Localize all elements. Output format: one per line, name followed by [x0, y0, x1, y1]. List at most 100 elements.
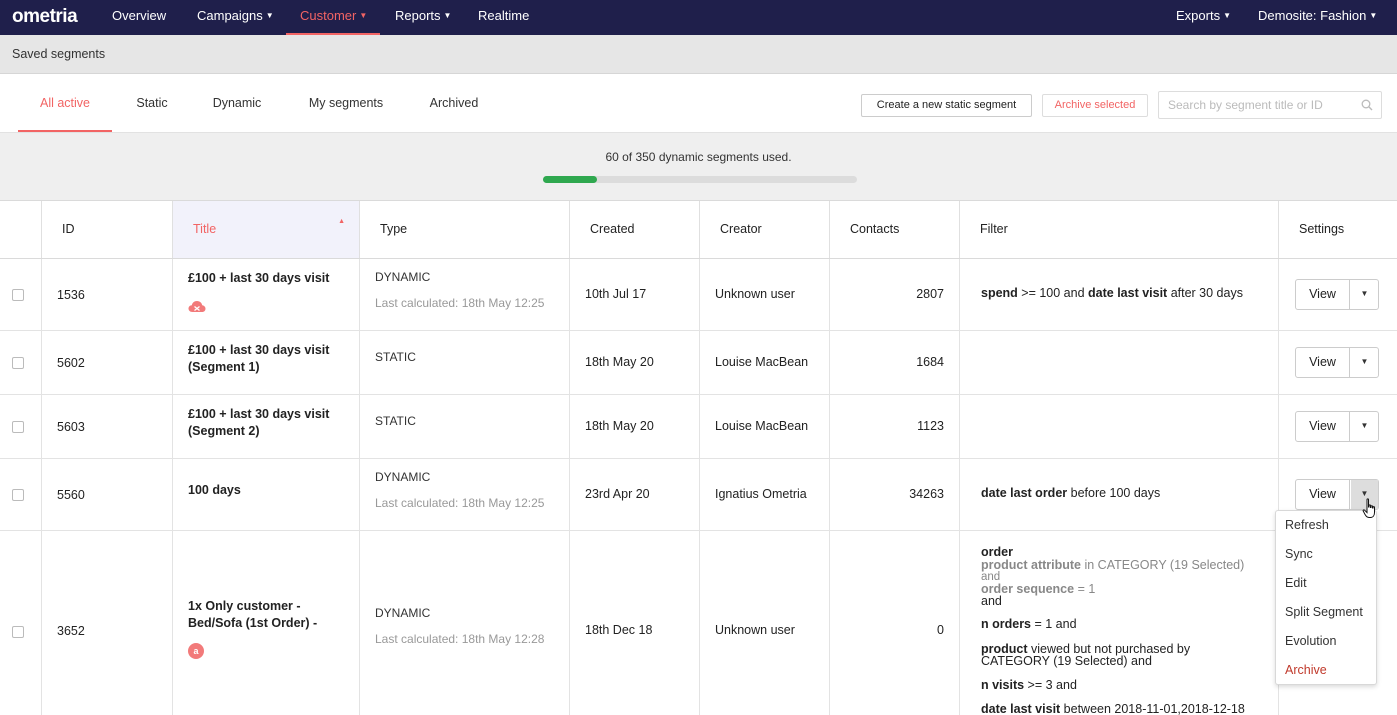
cell-creator: Louise MacBean [699, 331, 829, 394]
segment-tabs-bar: All active Static Dynamic My segments Ar… [0, 74, 1397, 132]
menu-item-archive[interactable]: Archive [1285, 663, 1327, 677]
menu-item-sync[interactable]: Sync [1285, 547, 1313, 561]
table-row: 5603 £100 + last 30 days visit (Segment … [0, 395, 1397, 459]
filter-field: spend [981, 286, 1018, 300]
segment-id: 5603 [57, 420, 85, 434]
nav-overview[interactable]: Overview [112, 0, 166, 35]
nav-account-switcher[interactable]: Demosite: Fashion ▼ [1258, 0, 1377, 35]
filter-line: CATEGORY (19 Selected) and [981, 655, 1152, 668]
menu-item-edit[interactable]: Edit [1285, 576, 1307, 590]
menu-item-refresh[interactable]: Refresh [1285, 518, 1329, 532]
view-split-button: View ▼ [1295, 347, 1379, 378]
column-header-id[interactable]: ID [41, 201, 172, 258]
archive-selected-button[interactable]: Archive selected [1042, 94, 1148, 117]
creator-name: Ignatius Ometria [715, 487, 807, 501]
filter-condition: before 100 days [1067, 486, 1161, 500]
filter-condition: after 30 days [1167, 286, 1243, 300]
column-header-filter[interactable]: Filter [959, 201, 1278, 258]
filter-condition: CATEGORY (19 Selected) and [981, 654, 1152, 668]
ometria-logo[interactable]: ometria [12, 6, 78, 28]
usage-progress-bar [543, 176, 857, 183]
tab-static[interactable]: Static [124, 74, 180, 132]
table-row: 1536 £100 + last 30 days visit DYNAMIC L… [0, 259, 1397, 331]
cell-filter [959, 331, 1278, 394]
caret-down-icon: ▼ [1223, 11, 1231, 20]
cell-title: £100 + last 30 days visit [172, 259, 359, 330]
menu-item-evolution[interactable]: Evolution [1285, 634, 1336, 648]
settings-dropdown-toggle[interactable]: ▼ [1351, 348, 1378, 377]
tab-all-active[interactable]: All active [18, 74, 112, 132]
table-header: ID Title ▲ Type Created Creator Contacts… [0, 200, 1397, 259]
create-static-segment-button[interactable]: Create a new static segment [861, 94, 1032, 117]
segment-title[interactable]: £100 + last 30 days visit (Segment 1) [188, 342, 348, 376]
contacts-count: 1123 [917, 419, 944, 433]
filter-condition: = 1 and [1031, 617, 1077, 631]
nav-reports[interactable]: Reports ▼ [395, 0, 451, 35]
row-select-checkbox[interactable] [12, 289, 24, 301]
filter-field: product attribute [981, 558, 1081, 572]
hand-cursor-icon [1362, 498, 1375, 518]
last-calculated: Last calculated: 18th May 12:25 [375, 296, 545, 310]
cell-id: 5603 [41, 395, 172, 458]
nav-customer[interactable]: Customer ▼ [286, 0, 380, 35]
table-row: 5602 £100 + last 30 days visit (Segment … [0, 331, 1397, 395]
column-header-created[interactable]: Created [569, 201, 699, 258]
created-date: 18th May 20 [585, 355, 654, 369]
segment-title[interactable]: 100 days [188, 482, 348, 499]
view-button[interactable]: View [1296, 348, 1350, 377]
column-header-title[interactable]: Title ▲ [172, 201, 359, 258]
row-select-checkbox[interactable] [12, 626, 24, 638]
caret-down-icon: ▼ [265, 11, 274, 20]
column-header-creator[interactable]: Creator [699, 201, 829, 258]
column-header-type[interactable]: Type [359, 201, 569, 258]
creator-name: Unknown user [715, 287, 795, 301]
menu-item-split-segment[interactable]: Split Segment [1285, 605, 1363, 619]
column-header-label: Title [193, 222, 217, 236]
column-header-contacts[interactable]: Contacts [829, 201, 959, 258]
search-icon[interactable] [1361, 99, 1373, 111]
cell-creator: Ignatius Ometria [699, 459, 829, 530]
segment-title[interactable]: £100 + last 30 days visit [188, 270, 348, 287]
cell-created: 18th May 20 [569, 395, 699, 458]
segment-type: DYNAMIC [375, 270, 431, 284]
cell-contacts: 34263 [829, 459, 959, 530]
caret-down-icon: ▼ [443, 11, 452, 20]
filter-field: date last visit [1088, 286, 1168, 300]
created-date: 23rd Apr 20 [585, 487, 650, 501]
view-button[interactable]: View [1296, 412, 1350, 441]
filter-condition: >= 3 and [1024, 678, 1077, 692]
column-header-settings: Settings [1278, 201, 1397, 258]
nav-label: Reports [395, 8, 441, 23]
row-select-checkbox[interactable] [12, 421, 24, 433]
caret-down-icon: ▼ [359, 11, 368, 20]
cell-filter: order product attribute in CATEGORY (19 … [959, 531, 1278, 715]
row-select-checkbox[interactable] [12, 489, 24, 501]
cell-created: 18th Dec 18 [569, 531, 699, 715]
nav-exports[interactable]: Exports ▼ [1176, 0, 1231, 35]
view-button[interactable]: View [1296, 480, 1350, 509]
tab-my-segments[interactable]: My segments [296, 74, 396, 132]
segment-title[interactable]: 1x Only customer - Bed/Sofa (1st Order) … [188, 598, 338, 632]
segment-id: 3652 [57, 624, 85, 638]
segment-id: 5602 [57, 356, 85, 370]
view-split-button: View ▼ [1295, 411, 1379, 442]
filter-line: date last visit between 2018-11-01,2018-… [981, 703, 1245, 715]
settings-dropdown-toggle[interactable]: ▼ [1351, 280, 1378, 309]
search-input[interactable] [1168, 97, 1348, 113]
filter-condition: in CATEGORY (19 Selected) [1081, 558, 1245, 572]
settings-dropdown-toggle[interactable]: ▼ [1351, 412, 1378, 441]
cell-contacts: 1684 [829, 331, 959, 394]
tab-dynamic[interactable]: Dynamic [200, 74, 274, 132]
view-button[interactable]: View [1296, 280, 1350, 309]
row-select-checkbox[interactable] [12, 357, 24, 369]
page-header: Saved segments [0, 35, 1397, 74]
segment-title[interactable]: £100 + last 30 days visit (Segment 2) [188, 406, 348, 440]
nav-label: Demosite: Fashion [1258, 8, 1367, 23]
tab-archived[interactable]: Archived [418, 74, 490, 132]
cell-contacts: 2807 [829, 259, 959, 330]
nav-campaigns[interactable]: Campaigns ▼ [197, 0, 274, 35]
nav-realtime[interactable]: Realtime [478, 0, 529, 35]
usage-progress-fill [543, 176, 597, 183]
search-box [1158, 91, 1382, 119]
filter-line: n orders = 1 and [981, 618, 1077, 631]
